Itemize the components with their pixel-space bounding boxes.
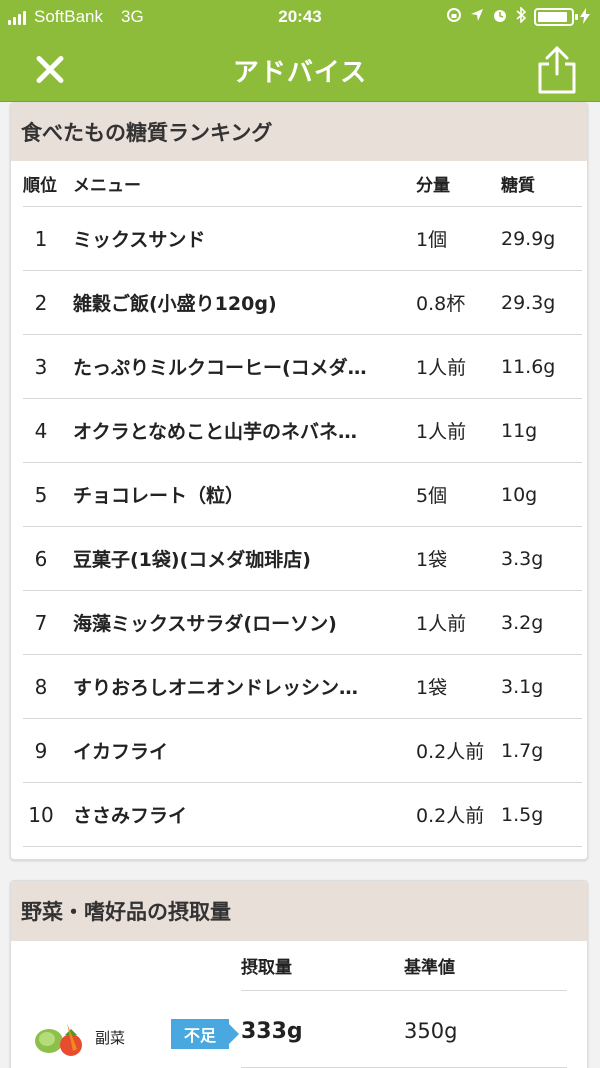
ranking-rows: 1 ミックスサンド 1個 29.9g 2 雑穀ご飯(小盛り120g) 0.8杯 … (11, 207, 587, 847)
page-title: アドバイス (232, 58, 368, 88)
row-menu: 雑穀ご飯(小盛り120g) (73, 293, 277, 315)
row-rank: 8 (34, 674, 48, 699)
row-menu: 豆菓子(1袋)(コメダ珈琲店) (73, 549, 311, 571)
row-rank: 7 (34, 610, 48, 635)
table-row: 1 ミックスサンド 1個 29.9g (23, 207, 582, 271)
vegetable-title: 野菜・嗜好品の摂取量 (11, 881, 587, 941)
header-intake: 摂取量 (241, 958, 292, 978)
row-amount: 5個 (416, 485, 448, 507)
row-rank: 1 (34, 226, 48, 251)
vegetable-table-header: 摂取量 基準値 (241, 941, 567, 991)
row-amount: 1袋 (416, 549, 448, 571)
alarm-icon (492, 7, 508, 27)
table-row: 2 雑穀ご飯(小盛り120g) 0.8杯 29.3g (23, 271, 582, 335)
row-amount: 0.2人前 (416, 805, 485, 827)
nav-bar: アドバイス (0, 36, 600, 102)
row-menu: イカフライ (73, 741, 169, 763)
battery-level (538, 12, 567, 22)
row-sugar: 11g (501, 419, 538, 442)
header-sugar: 糖質 (501, 176, 535, 196)
header-menu: メニュー (73, 176, 141, 196)
row-rank: 10 (28, 802, 54, 827)
row-menu: オクラとなめこと山芋のネバネ… (73, 421, 358, 443)
row-menu: ささみフライ (73, 805, 188, 827)
table-row: 6 豆菓子(1袋)(コメダ珈琲店) 1袋 3.3g (23, 527, 582, 591)
row-rank: 6 (34, 546, 48, 571)
row-sugar: 10g (501, 483, 538, 506)
table-row: 7 海藻ミックスサラダ(ローソン) 1人前 3.2g (23, 591, 582, 655)
share-icon[interactable] (534, 44, 580, 96)
row-menu: たっぷりミルクコーヒー(コメダ… (73, 357, 367, 379)
table-row: 3 たっぷりミルクコーヒー(コメダ… 1人前 11.6g (23, 335, 582, 399)
bluetooth-icon (516, 6, 527, 27)
row-amount: 1人前 (416, 421, 467, 443)
table-row: 8 すりおろしオニオンドレッシン… 1袋 3.1g (23, 655, 582, 719)
vegetable-row: 副菜 不足 333g 350g (11, 991, 587, 1068)
battery-icon (534, 8, 578, 26)
row-rank: 4 (34, 418, 48, 443)
standard-value: 350g (404, 1019, 458, 1043)
vegetable-intake-card: 野菜・嗜好品の摂取量 摂取量 基準値 副菜 不足 333g 350g (10, 880, 588, 1068)
row-rank: 2 (34, 290, 48, 315)
charging-icon (580, 7, 590, 27)
intake-value: 333g (241, 1019, 303, 1044)
status-badge: 不足 (171, 1019, 239, 1049)
row-menu: 海藻ミックスサラダ(ローソン) (73, 613, 337, 635)
header-standard: 基準値 (404, 958, 455, 978)
table-row: 4 オクラとなめこと山芋のネバネ… 1人前 11g (23, 399, 582, 463)
table-row: 9 イカフライ 0.2人前 1.7g (23, 719, 582, 783)
side-dish-label: 副菜 (95, 1029, 126, 1047)
row-sugar: 29.9g (501, 227, 556, 250)
row-sugar: 1.5g (501, 803, 544, 826)
row-menu: すりおろしオニオンドレッシン… (73, 677, 359, 699)
row-sugar: 11.6g (501, 355, 556, 378)
status-bar: SoftBank 3G 20:43 (0, 0, 600, 36)
row-amount: 1個 (416, 229, 448, 251)
row-sugar: 3.3g (501, 547, 544, 570)
row-sugar: 29.3g (501, 291, 556, 314)
row-amount: 0.8杯 (416, 293, 466, 315)
row-rank: 5 (34, 482, 48, 507)
sugar-ranking-card: 食べたもの糖質ランキング 順位 メニュー 分量 糖質 1 ミックスサンド 1個 … (10, 102, 588, 860)
vegetables-icon (33, 1015, 89, 1059)
row-amount: 1袋 (416, 677, 448, 699)
row-sugar: 3.1g (501, 675, 544, 698)
row-sugar: 3.2g (501, 611, 544, 634)
row-menu: ミックスサンド (73, 229, 206, 251)
row-amount: 1人前 (416, 357, 467, 379)
table-row: 5 チョコレート（粒） 5個 10g (23, 463, 582, 527)
row-amount: 0.2人前 (416, 741, 485, 763)
row-amount: 1人前 (416, 613, 467, 635)
header-rank: 順位 (23, 176, 57, 196)
row-menu: チョコレート（粒） (73, 485, 245, 507)
status-right (438, 6, 590, 27)
row-rank: 9 (34, 738, 48, 763)
ranking-table-header: 順位 メニュー 分量 糖質 (23, 161, 582, 207)
ranking-title: 食べたもの糖質ランキング (11, 103, 587, 161)
table-row: 10 ささみフライ 0.2人前 1.5g (23, 783, 582, 847)
location-icon (470, 8, 484, 26)
header-amount: 分量 (416, 176, 450, 196)
row-rank: 3 (34, 354, 48, 379)
row-sugar: 1.7g (501, 739, 544, 762)
rotation-lock-icon (446, 7, 462, 27)
